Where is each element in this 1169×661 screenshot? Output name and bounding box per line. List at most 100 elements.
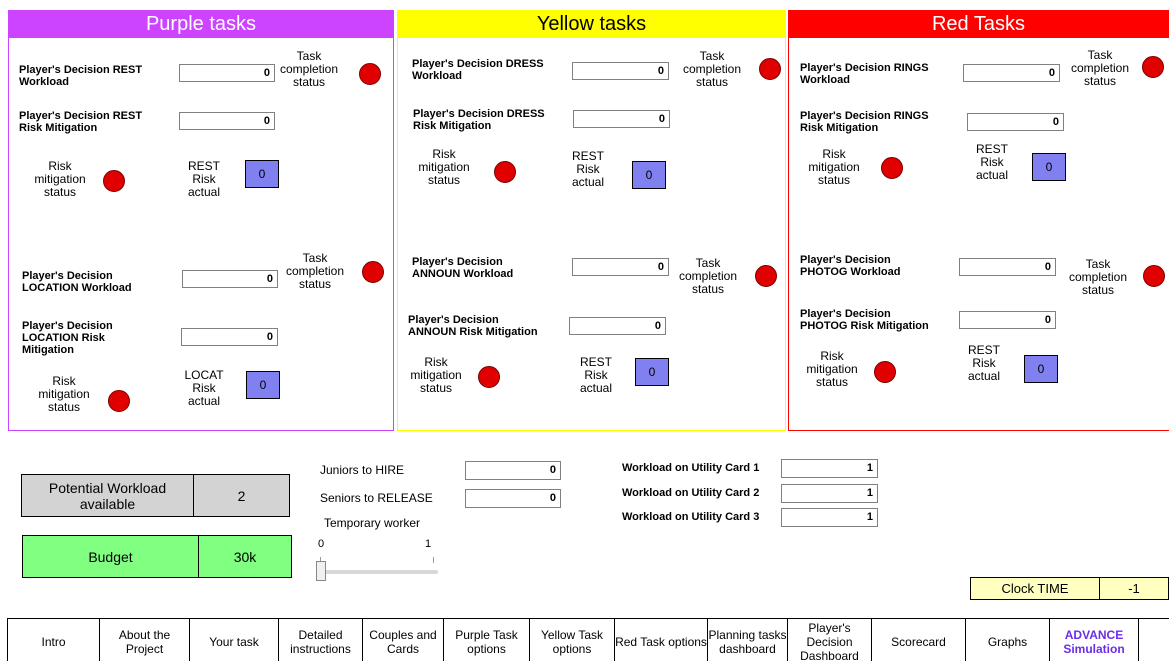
rest-workload-field[interactable]: 0 (179, 64, 275, 82)
slider-max-label: 1 (425, 538, 432, 550)
location-risk-mitigation-indicator (108, 390, 130, 412)
temporary-worker-label: Temporary worker (324, 516, 421, 530)
utility-card-2-field[interactable]: 1 (781, 484, 878, 503)
photog-risk-mitigation-field[interactable]: 0 (959, 311, 1056, 329)
location-risk-mitigation-field[interactable]: 0 (181, 328, 278, 346)
location-workload-field[interactable]: 0 (182, 270, 278, 288)
announ-risk-mitigation-indicator (478, 366, 500, 388)
rings-risk-mitigation-field[interactable]: 0 (967, 113, 1064, 131)
announ-risk-mitigation-status-label: Risk mitigation status (410, 355, 462, 395)
rest-risk-mitigation-status-label: Risk mitigation status (34, 159, 86, 199)
rest-task-completion-indicator (359, 63, 381, 85)
budget-label: Budget (22, 535, 199, 578)
announ-task-completion-indicator (755, 265, 777, 287)
tab-scorecard[interactable]: Scorecard (871, 619, 966, 661)
rest-workload-label: Player's Decision REST Workload (19, 64, 143, 88)
dress-workload-label: Player's Decision DRESS Workload (412, 58, 544, 82)
photog-workload-field[interactable]: 0 (959, 258, 1056, 276)
potential-workload-label: Potential Workload available (21, 474, 194, 517)
dress-risk-actual-label: REST Risk actual (571, 149, 605, 189)
dress-risk-mitigation-field[interactable]: 0 (573, 110, 670, 128)
dress-risk-mitigation-indicator (494, 161, 516, 183)
temporary-worker-slider[interactable] (316, 553, 438, 581)
tab-intro[interactable]: Intro (7, 619, 100, 661)
announ-risk-actual-value: 0 (635, 358, 669, 386)
rings-risk-mitigation-status-label: Risk mitigation status (808, 147, 860, 187)
rest-risk-actual-value: 0 (245, 160, 279, 188)
dress-risk-mitigation-label: Player's Decision DRESS Risk Mitigation (413, 108, 545, 132)
potential-workload-value: 2 (193, 474, 290, 517)
location-task-completion-label: Task completion status (285, 251, 345, 291)
tab-yellow-task-options[interactable]: Yellow Task options (529, 619, 615, 661)
location-task-completion-indicator (362, 261, 384, 283)
purple-panel-title: Purple tasks (8, 10, 394, 38)
photog-risk-mitigation-indicator (874, 361, 896, 383)
rest-risk-actual-label: REST Risk actual (187, 159, 221, 199)
photog-task-completion-label: Task completion status (1068, 257, 1128, 297)
dress-workload-field[interactable]: 0 (572, 62, 669, 80)
budget-value: 30k (198, 535, 292, 578)
tab-graphs[interactable]: Graphs (965, 619, 1050, 661)
juniors-hire-label: Juniors to HIRE (320, 463, 405, 477)
announ-workload-label: Player's Decision ANNOUN Workload (412, 256, 514, 280)
yellow-panel-title: Yellow tasks (397, 10, 786, 38)
photog-task-completion-indicator (1143, 265, 1165, 287)
dress-task-completion-label: Task completion status (682, 49, 742, 89)
location-risk-mitigation-label: Player's Decision LOCATION Risk Mitigation (22, 320, 113, 356)
utility-card-1-label: Workload on Utility Card 1 (622, 462, 760, 474)
tab-couples-and-cards[interactable]: Couples and Cards (362, 619, 444, 661)
rest-task-completion-label: Task completion status (279, 49, 339, 89)
rings-risk-mitigation-indicator (881, 157, 903, 179)
rest-risk-mitigation-field[interactable]: 0 (179, 112, 275, 130)
rings-workload-label: Player's Decision RINGS Workload (800, 62, 929, 86)
seniors-release-label: Seniors to RELEASE (320, 491, 433, 505)
tab-players-decision-dashboard[interactable]: Player's Decision Dashboard (787, 619, 872, 661)
location-workload-label: Player's Decision LOCATION Workload (22, 270, 132, 294)
rings-task-completion-label: Task completion status (1070, 48, 1130, 88)
rings-risk-actual-value: 0 (1032, 153, 1066, 181)
utility-card-2-label: Workload on Utility Card 2 (622, 487, 760, 499)
dress-task-completion-indicator (759, 58, 781, 80)
tab-red-task-options[interactable]: Red Task options (614, 619, 708, 661)
rings-task-completion-indicator (1142, 56, 1164, 78)
slider-thumb[interactable] (316, 561, 326, 581)
tab-planning-tasks-dashboard[interactable]: Planning tasks dashboard (707, 619, 788, 661)
rings-risk-mitigation-label: Player's Decision RINGS Risk Mitigation (800, 110, 929, 134)
tab-advance-simulation[interactable]: ADVANCE Simulation (1049, 619, 1139, 661)
tab-detailed-instructions[interactable]: Detailed instructions (278, 619, 363, 661)
clock-time-value: -1 (1099, 577, 1169, 600)
tab-about-the-project[interactable]: About the Project (99, 619, 190, 661)
announ-risk-mitigation-field[interactable]: 0 (569, 317, 666, 335)
announ-risk-actual-label: REST Risk actual (579, 355, 613, 395)
rings-risk-actual-label: REST Risk actual (975, 142, 1009, 182)
location-risk-actual-value: 0 (246, 371, 280, 399)
utility-card-3-field[interactable]: 1 (781, 508, 878, 527)
tab-purple-task-options[interactable]: Purple Task options (443, 619, 530, 661)
seniors-release-field[interactable]: 0 (465, 489, 561, 508)
dress-risk-mitigation-status-label: Risk mitigation status (418, 147, 470, 187)
utility-card-1-field[interactable]: 1 (781, 459, 878, 478)
tab-your-task[interactable]: Your task (189, 619, 279, 661)
photog-risk-mitigation-label: Player's Decision PHOTOG Risk Mitigation (800, 308, 929, 332)
juniors-hire-field[interactable]: 0 (465, 461, 561, 480)
red-panel-title: Red Tasks (788, 10, 1169, 38)
photog-risk-actual-label: REST Risk actual (967, 343, 1001, 383)
location-risk-mitigation-status-label: Risk mitigation status (38, 374, 90, 414)
slider-min-label: 0 (318, 538, 325, 550)
rings-workload-field[interactable]: 0 (963, 64, 1060, 82)
announ-workload-field[interactable]: 0 (572, 258, 669, 276)
slider-track (320, 570, 438, 574)
announ-risk-mitigation-label: Player's Decision ANNOUN Risk Mitigation (408, 314, 538, 338)
photog-risk-actual-value: 0 (1024, 355, 1058, 383)
photog-workload-label: Player's Decision PHOTOG Workload (800, 254, 901, 278)
bottom-navigation: Intro About the Project Your task Detail… (7, 618, 1169, 661)
rest-risk-mitigation-label: Player's Decision REST Risk Mitigation (19, 110, 143, 134)
slider-tick-max (433, 557, 434, 563)
utility-card-3-label: Workload on Utility Card 3 (622, 511, 760, 523)
rest-risk-mitigation-indicator (103, 170, 125, 192)
location-risk-actual-label: LOCAT Risk actual (184, 368, 224, 408)
clock-time-label: Clock TIME (970, 577, 1100, 600)
announ-task-completion-label: Task completion status (678, 256, 738, 296)
photog-risk-mitigation-status-label: Risk mitigation status (806, 349, 858, 389)
dress-risk-actual-value: 0 (632, 161, 666, 189)
